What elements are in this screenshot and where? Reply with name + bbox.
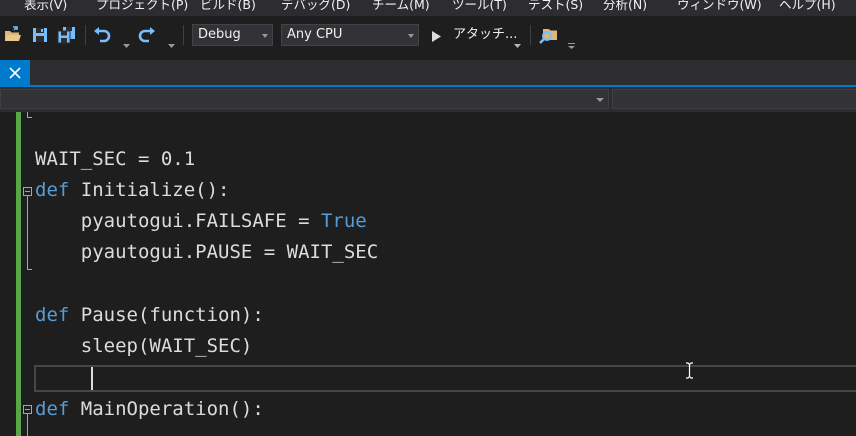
save-icon[interactable] xyxy=(32,27,48,47)
code-token: pyautogui.PAUSE = WAIT_SEC xyxy=(35,241,379,263)
close-icon[interactable] xyxy=(9,67,21,79)
collapse-icon[interactable] xyxy=(23,187,32,196)
text-caret xyxy=(91,367,93,390)
attach-button[interactable]: アタッチ... xyxy=(453,24,517,46)
chevron-down-icon xyxy=(596,98,604,102)
code-token: WAIT_SEC = 0.1 xyxy=(35,148,196,170)
collapse-icon[interactable] xyxy=(23,405,32,414)
toolbar-overflow-icon[interactable] xyxy=(567,35,576,54)
code-line[interactable]: WAIT_SEC = 0.1 xyxy=(35,144,195,175)
redo-dropdown-icon[interactable] xyxy=(168,34,176,53)
undo-dropdown-icon[interactable] xyxy=(123,34,131,53)
find-in-files-icon[interactable] xyxy=(539,25,559,49)
chevron-down-icon xyxy=(408,34,414,38)
undo-icon[interactable] xyxy=(93,26,111,48)
member-dropdown[interactable] xyxy=(612,89,856,109)
code-line[interactable]: def MainOperation(): xyxy=(35,394,264,425)
configuration-value: Debug xyxy=(198,27,241,42)
code-line[interactable]: pyautogui.FAILSAFE = True xyxy=(35,206,367,237)
solution-platform-dropdown[interactable]: Any CPU xyxy=(281,24,419,46)
save-all-icon[interactable] xyxy=(57,26,76,48)
redo-icon[interactable] xyxy=(138,26,156,48)
active-document-tab[interactable] xyxy=(0,60,30,85)
start-dropdown-icon[interactable] xyxy=(514,34,522,53)
keyword-token: def xyxy=(35,304,70,326)
type-scope-dropdown[interactable] xyxy=(0,89,609,109)
keyword-token: True xyxy=(320,210,367,232)
code-token: pyautogui.FAILSAFE = xyxy=(35,210,321,232)
ibeam-cursor-icon xyxy=(685,362,694,383)
keyword-token: def xyxy=(35,179,70,201)
document-tab-strip xyxy=(0,60,856,87)
code-line[interactable]: def Pause(function): xyxy=(35,300,264,331)
start-icon[interactable] xyxy=(431,28,442,47)
platform-value: Any CPU xyxy=(287,27,343,42)
code-token: MainOperation(): xyxy=(69,398,264,420)
solution-configuration-dropdown[interactable]: Debug xyxy=(192,24,273,46)
current-line-highlight xyxy=(34,365,856,392)
code-editor[interactable]: WAIT_SEC = 0.1 def Initialize(): pyautog… xyxy=(0,112,856,436)
standard-toolbar: Debug Any CPU アタッチ... xyxy=(0,0,856,60)
code-token: sleep(WAIT_SEC) xyxy=(35,335,253,357)
code-token: Pause(function): xyxy=(69,304,264,326)
code-line[interactable]: def Initialize(): xyxy=(35,175,229,206)
open-folder-icon[interactable] xyxy=(4,26,22,48)
change-tracking-margin xyxy=(16,112,21,436)
keyword-token: def xyxy=(35,398,70,420)
code-token: Initialize(): xyxy=(69,179,230,201)
chevron-down-icon xyxy=(262,34,268,38)
navigation-bar xyxy=(0,87,856,112)
code-line[interactable]: pyautogui.PAUSE = WAIT_SEC xyxy=(35,237,378,268)
code-line[interactable]: sleep(WAIT_SEC) xyxy=(35,331,253,362)
